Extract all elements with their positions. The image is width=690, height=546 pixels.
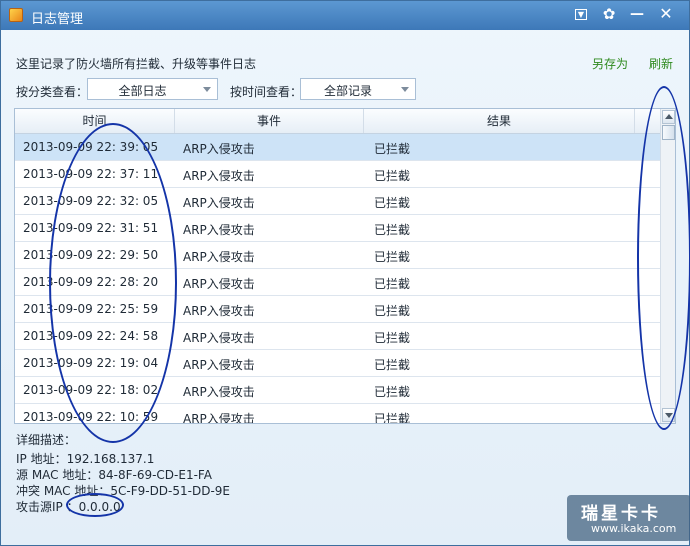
watermark-logo: 瑞星卡卡 www.ikaka.com: [567, 495, 690, 541]
cell-result: 已拦截: [374, 223, 411, 237]
save-as-link[interactable]: 另存为: [592, 55, 628, 72]
cell-result: 已拦截: [374, 385, 411, 399]
time-filter-label: 按时间查看：: [230, 85, 303, 99]
cell-event: ARP入侵攻击: [183, 331, 255, 345]
watermark-url: www.ikaka.com: [591, 522, 677, 535]
cell-result: 已拦截: [374, 277, 411, 291]
log-description: 这里记录了防火墙所有拦截、升级等事件日志: [16, 57, 257, 71]
cell-event: ARP入侵攻击: [183, 169, 255, 183]
cell-result: 已拦截: [374, 331, 411, 345]
cell-event: ARP入侵攻击: [183, 412, 255, 424]
detail-ip: IP 地址：192.168.137.1: [16, 452, 155, 466]
settings-button[interactable]: ✿: [596, 3, 622, 25]
cell-event: ARP入侵攻击: [183, 142, 255, 156]
window-title: 日志管理: [31, 12, 84, 27]
log-manager-window: 日志管理 ▼ ✿ — ✕ 这里记录了防火墙所有拦截、升级等事件日志 另存为 刷新…: [0, 0, 690, 546]
close-icon: ✕: [659, 4, 673, 23]
detail-heading: 详细描述：: [16, 433, 77, 447]
cell-event: ARP入侵攻击: [183, 250, 255, 264]
cell-event: ARP入侵攻击: [183, 385, 255, 399]
close-button[interactable]: ✕: [653, 3, 679, 25]
cell-result: 已拦截: [374, 412, 411, 424]
cell-event: ARP入侵攻击: [183, 304, 255, 318]
cell-event: ARP入侵攻击: [183, 223, 255, 237]
title-bar: 日志管理 ▼ ✿ — ✕: [1, 1, 689, 30]
dropdown-icon: ▼: [575, 8, 587, 20]
refresh-link[interactable]: 刷新: [649, 55, 673, 72]
detail-conflict-mac: 冲突 MAC 地址：5C-F9-DD-51-DD-9E: [16, 484, 231, 498]
cell-event: ARP入侵攻击: [183, 358, 255, 372]
category-filter-label: 按分类查看：: [16, 85, 89, 99]
cell-result: 已拦截: [374, 196, 411, 210]
annotation-ellipse-attack-ip: [66, 493, 124, 517]
category-select-value: 全部日志: [118, 84, 167, 98]
annotation-ellipse-scrollbar: [637, 86, 690, 430]
cell-result: 已拦截: [374, 142, 411, 156]
cell-result: 已拦截: [374, 169, 411, 183]
dropdown-menu-button[interactable]: ▼: [568, 3, 594, 25]
time-select-value: 全部记录: [323, 84, 372, 98]
gear-icon: ✿: [602, 5, 616, 23]
cell-result: 已拦截: [374, 304, 411, 318]
watermark-brand: 瑞星卡卡: [581, 504, 661, 524]
cell-event: ARP入侵攻击: [183, 196, 255, 210]
chevron-down-icon: [401, 87, 409, 92]
cell-result: 已拦截: [374, 358, 411, 372]
cell-event: ARP入侵攻击: [183, 277, 255, 291]
cell-result: 已拦截: [374, 250, 411, 264]
detail-source-mac: 源 MAC 地址：84-8F-69-CD-E1-FA: [16, 468, 212, 482]
minimize-icon: —: [630, 6, 644, 22]
annotation-ellipse-time-column: [49, 123, 177, 443]
chevron-down-icon: [203, 87, 211, 92]
column-header-event[interactable]: 事件: [175, 109, 364, 133]
category-select[interactable]: 全部日志: [87, 78, 218, 100]
app-icon: [9, 8, 23, 22]
time-select[interactable]: 全部记录: [300, 78, 416, 100]
column-header-result[interactable]: 结果: [364, 109, 635, 133]
minimize-button[interactable]: —: [624, 3, 650, 25]
